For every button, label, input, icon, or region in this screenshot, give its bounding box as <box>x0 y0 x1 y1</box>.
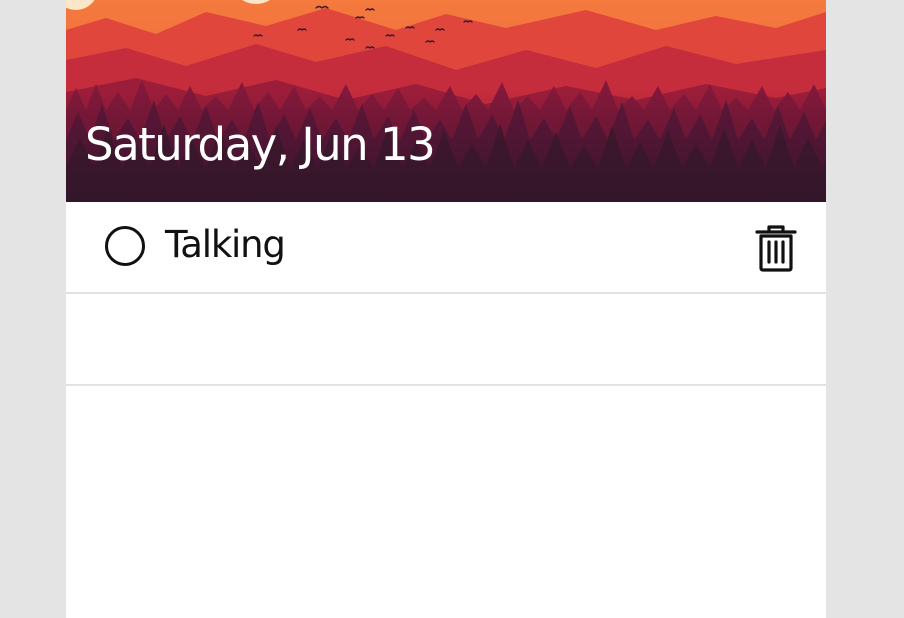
todo-app: Saturday, Jun 13 Talking <box>66 0 826 618</box>
trash-icon[interactable] <box>754 224 798 272</box>
todo-list: Talking <box>66 202 826 386</box>
todo-item-text: Talking <box>165 223 286 266</box>
empty-todo-row <box>66 294 826 386</box>
todo-item: Talking <box>66 202 826 294</box>
empty-circle-icon[interactable] <box>105 226 145 266</box>
header-banner: Saturday, Jun 13 <box>66 0 826 202</box>
current-date-heading: Saturday, Jun 13 <box>85 118 436 171</box>
